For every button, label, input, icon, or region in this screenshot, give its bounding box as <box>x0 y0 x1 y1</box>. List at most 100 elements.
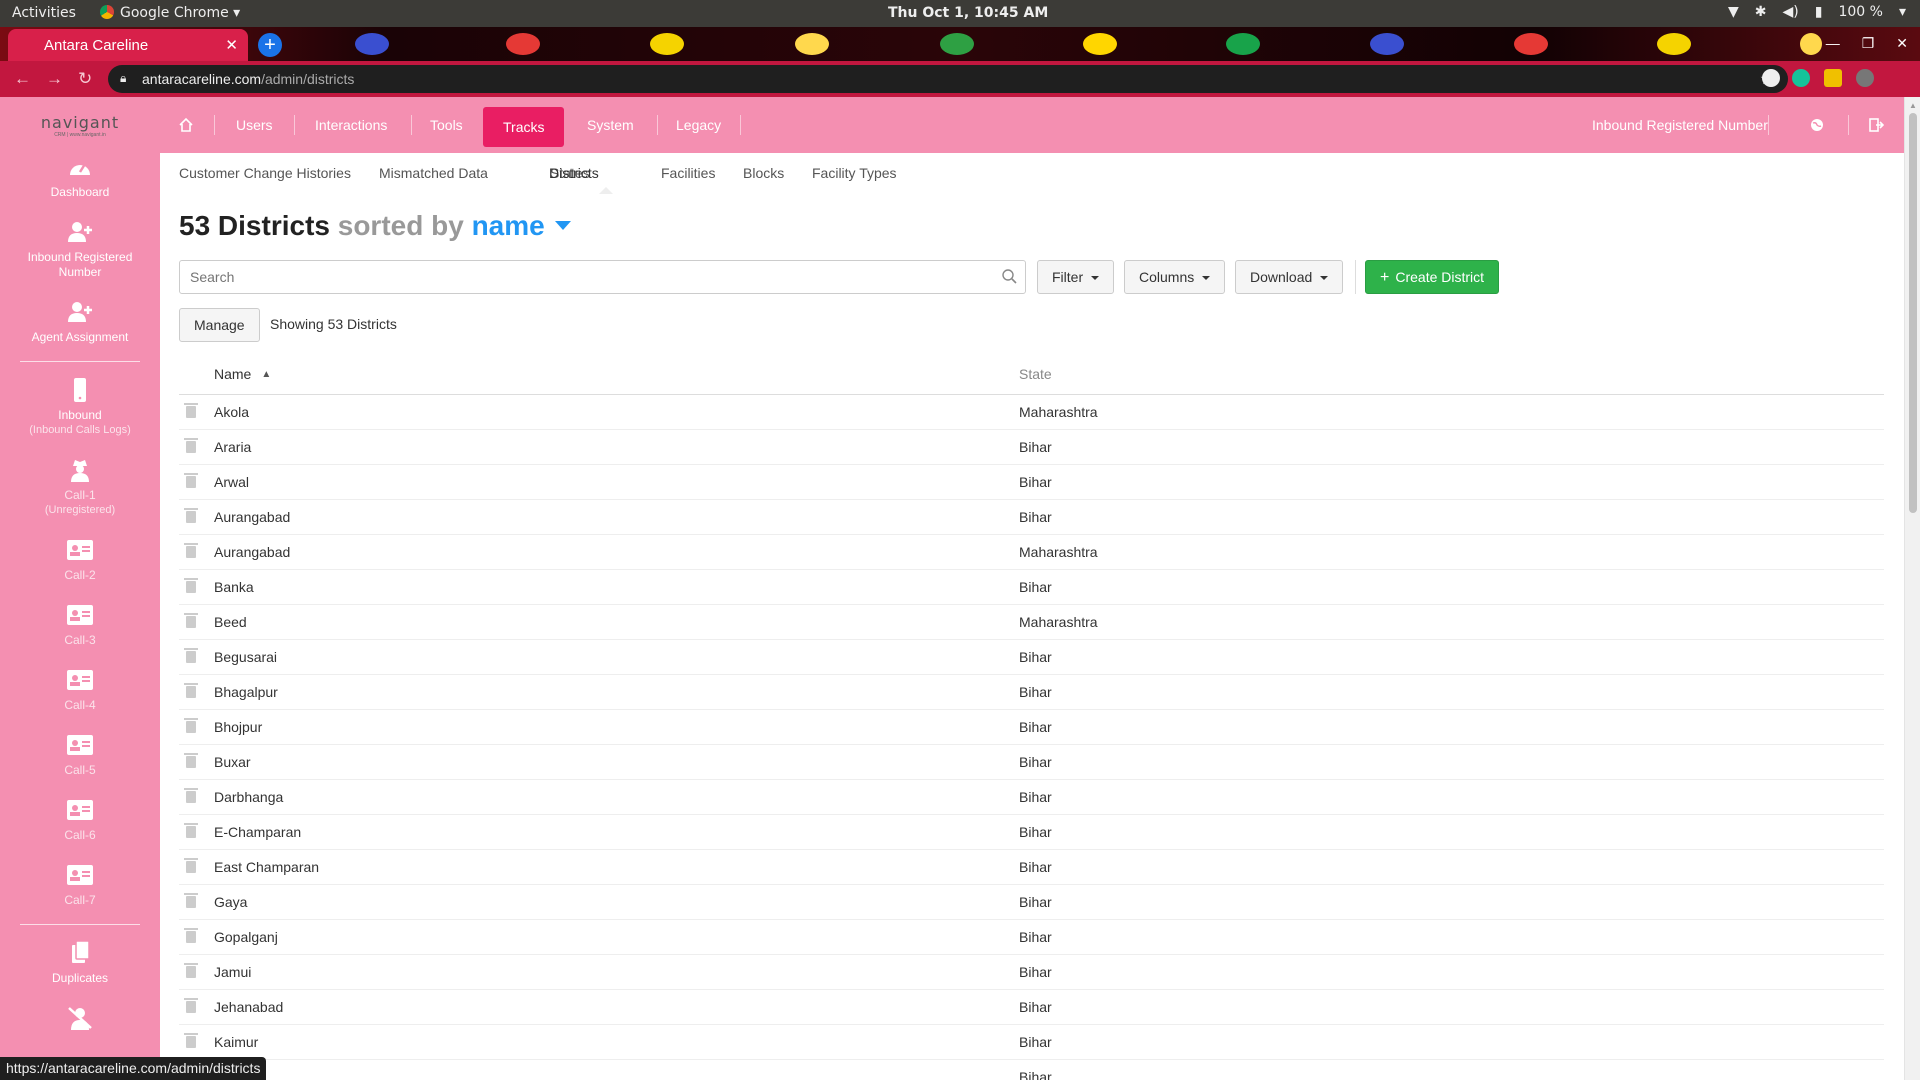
trash-icon[interactable] <box>184 752 198 768</box>
back-icon[interactable]: ← <box>14 69 31 89</box>
columns-button[interactable]: Columns <box>1124 260 1226 294</box>
district-name[interactable]: Buxar <box>214 754 251 770</box>
trash-icon[interactable] <box>184 822 198 838</box>
puzzle-icon[interactable] <box>1824 69 1842 87</box>
sort-field-dropdown[interactable]: name <box>472 210 545 241</box>
column-header-state[interactable]: State <box>1019 354 1884 395</box>
subnav-districts[interactable]: Districts <box>549 165 599 181</box>
subnav-mismatched-data[interactable]: Mismatched Data <box>379 165 488 181</box>
create-district-button[interactable]: + Create District <box>1365 260 1500 294</box>
trash-icon[interactable] <box>184 647 198 663</box>
district-name[interactable]: Gopalganj <box>214 929 278 945</box>
trash-icon[interactable] <box>184 682 198 698</box>
forward-icon[interactable]: → <box>46 69 63 89</box>
table-row[interactable]: East Champaran Bihar <box>179 849 1884 885</box>
close-window-icon[interactable]: ✕ <box>1896 35 1908 52</box>
manage-button[interactable]: Manage <box>179 308 260 342</box>
sidebar-item-call-1[interactable]: Call-1 (Unregistered) <box>0 448 160 528</box>
district-name[interactable]: Bhagalpur <box>214 684 278 700</box>
trash-icon[interactable] <box>184 857 198 873</box>
table-row[interactable]: Bhojpur Bihar <box>179 709 1884 745</box>
clock[interactable]: Thu Oct 1, 10:45 AM <box>888 5 1048 21</box>
subnav-facility-types[interactable]: Facility Types <box>812 165 897 181</box>
district-name[interactable]: Begusarai <box>214 649 277 665</box>
caret-down-icon[interactable] <box>554 221 571 230</box>
trash-icon[interactable] <box>184 892 198 908</box>
trash-icon[interactable] <box>184 507 198 523</box>
table-row[interactable]: Akola Maharashtra <box>179 394 1884 430</box>
table-row[interactable]: Buxar Bihar <box>179 744 1884 780</box>
trash-icon[interactable] <box>184 962 198 978</box>
district-name[interactable]: Jamui <box>214 964 251 980</box>
table-row[interactable]: Jehanabad Bihar <box>179 989 1884 1025</box>
table-row[interactable]: Gaya Bihar <box>179 884 1884 920</box>
trash-icon[interactable] <box>184 437 198 453</box>
globe-icon[interactable] <box>1810 97 1824 153</box>
page-scrollbar[interactable]: ▲ <box>1904 97 1920 1080</box>
browser-tab[interactable]: Antara Careline ✕ <box>8 29 248 61</box>
table-row[interactable]: Aurangabad Bihar <box>179 499 1884 535</box>
minimize-icon[interactable]: — <box>1826 35 1840 52</box>
table-row[interactable]: Arwal Bihar <box>179 464 1884 500</box>
table-row[interactable]: Araria Bihar <box>179 429 1884 465</box>
nav-tools[interactable]: Tools <box>430 97 463 153</box>
sidebar-item-dashboard[interactable]: Dashboard <box>0 145 160 210</box>
trash-icon[interactable] <box>184 787 198 803</box>
trash-icon[interactable] <box>184 997 198 1013</box>
scrollbar-thumb[interactable] <box>1909 113 1917 513</box>
district-name[interactable]: Bhojpur <box>214 719 262 735</box>
sort-icon[interactable]: ▲ <box>261 369 271 380</box>
subnav-blocks[interactable]: Blocks <box>743 165 784 181</box>
sidebar-item-inbound[interactable]: Inbound (Inbound Calls Logs) <box>0 368 160 448</box>
table-row[interactable]: Banka Bihar <box>179 569 1884 605</box>
district-name[interactable]: Banka <box>214 579 254 595</box>
table-row[interactable]: Kaimur Bihar <box>179 1024 1884 1060</box>
logout-icon[interactable] <box>1868 97 1885 153</box>
subnav-facilities[interactable]: Facilities <box>661 165 715 181</box>
trash-icon[interactable] <box>184 542 198 558</box>
table-row[interactable]: Beed Maharashtra <box>179 604 1884 640</box>
trash-icon[interactable] <box>184 1032 198 1048</box>
nav-inbound-registered-number[interactable]: Inbound Registered Number <box>1592 97 1768 153</box>
trash-icon[interactable] <box>184 402 198 418</box>
nav-system[interactable]: System <box>587 97 634 153</box>
table-row[interactable]: Gopalganj Bihar <box>179 919 1884 955</box>
sidebar-item-call-5[interactable]: Call-5 <box>0 723 160 788</box>
table-row[interactable]: E-Champaran Bihar <box>179 814 1884 850</box>
sidebar-item-call-3[interactable]: Call-3 <box>0 593 160 658</box>
table-row[interactable]: Begusarai Bihar <box>179 639 1884 675</box>
download-button[interactable]: Download <box>1235 260 1344 294</box>
district-name[interactable]: Jehanabad <box>214 999 283 1015</box>
sidebar-item-call-4[interactable]: Call-4 <box>0 658 160 723</box>
address-bar[interactable]: 🔒︎ antaracareline.com/admin/districts ☆ <box>108 65 1788 93</box>
grammarly-icon[interactable] <box>1792 69 1810 87</box>
nav-users[interactable]: Users <box>236 97 273 153</box>
district-name[interactable]: Akola <box>214 404 249 420</box>
trash-icon[interactable] <box>184 472 198 488</box>
trash-icon[interactable] <box>184 927 198 943</box>
district-name[interactable]: Gaya <box>214 894 247 910</box>
nav-tracks[interactable]: Tracks <box>483 107 565 147</box>
new-tab-button[interactable]: + <box>258 33 282 57</box>
sidebar-item-call-2[interactable]: Call-2 <box>0 528 160 593</box>
sidebar-item-call-6[interactable]: Call-6 <box>0 788 160 853</box>
nav-interactions[interactable]: Interactions <box>315 97 387 153</box>
trash-icon[interactable] <box>184 577 198 593</box>
extension-icon[interactable] <box>1762 69 1780 87</box>
district-name[interactable]: Arwal <box>214 474 249 490</box>
district-name[interactable]: Beed <box>214 614 247 630</box>
district-name[interactable]: Kaimur <box>214 1034 258 1050</box>
profile-avatar[interactable] <box>1856 69 1874 87</box>
district-name[interactable]: Aurangabad <box>214 509 290 525</box>
table-row[interactable]: Jamui Bihar <box>179 954 1884 990</box>
maximize-icon[interactable]: ❐ <box>1862 35 1875 52</box>
sidebar-item-duplicates[interactable]: Duplicates <box>0 931 160 996</box>
district-name[interactable]: Darbhanga <box>214 789 283 805</box>
table-row[interactable]: Darbhanga Bihar <box>179 779 1884 815</box>
filter-button[interactable]: Filter <box>1037 260 1115 294</box>
subnav-customer-change-histories[interactable]: Customer Change Histories <box>179 165 351 181</box>
nav-legacy[interactable]: Legacy <box>676 97 721 153</box>
trash-icon[interactable] <box>184 612 198 628</box>
table-row[interactable]: Bhagalpur Bihar <box>179 674 1884 710</box>
system-tray[interactable]: ▼ ✱ ◀) ▮ 100 % ▾ <box>1728 4 1906 20</box>
